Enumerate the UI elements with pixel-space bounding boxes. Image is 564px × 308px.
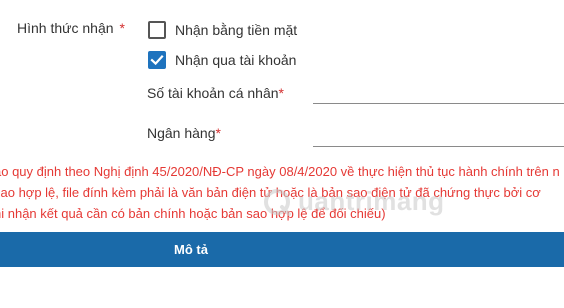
- watermark-logo-icon: [264, 188, 291, 216]
- option-cash[interactable]: Nhận bằng tiền mặt: [148, 19, 297, 41]
- description-section-bar[interactable]: Mô tả: [0, 232, 564, 267]
- watermark-text: uantrimang: [298, 186, 445, 216]
- watermark: uantrimang: [262, 186, 445, 217]
- option-account[interactable]: Nhận qua tài khoản: [148, 49, 296, 71]
- required-mark: *: [119, 20, 125, 36]
- checkmark-icon: [150, 55, 164, 66]
- bank-label: Ngân hàng*: [147, 125, 221, 141]
- note-line-1: ao quy định theo Nghị định 45/2020/NĐ-CP…: [0, 164, 560, 179]
- required-mark: *: [215, 125, 221, 141]
- bank-input[interactable]: [313, 124, 564, 147]
- checkbox-cash[interactable]: [148, 21, 166, 39]
- account-number-label-text: Số tài khoản cá nhân: [147, 85, 279, 101]
- option-account-label[interactable]: Nhận qua tài khoản: [175, 52, 296, 68]
- receive-method-label: Hình thức nhận *: [17, 20, 125, 36]
- account-number-input[interactable]: [313, 81, 564, 104]
- bank-label-text: Ngân hàng: [147, 125, 216, 141]
- description-title: Mô tả: [174, 242, 208, 257]
- account-number-label: Số tài khoản cá nhân*: [147, 85, 284, 101]
- option-cash-label[interactable]: Nhận bằng tiền mặt: [175, 22, 297, 38]
- receive-method-label-text: Hình thức nhận: [17, 20, 114, 36]
- checkbox-account[interactable]: [148, 51, 166, 69]
- required-mark: *: [278, 85, 284, 101]
